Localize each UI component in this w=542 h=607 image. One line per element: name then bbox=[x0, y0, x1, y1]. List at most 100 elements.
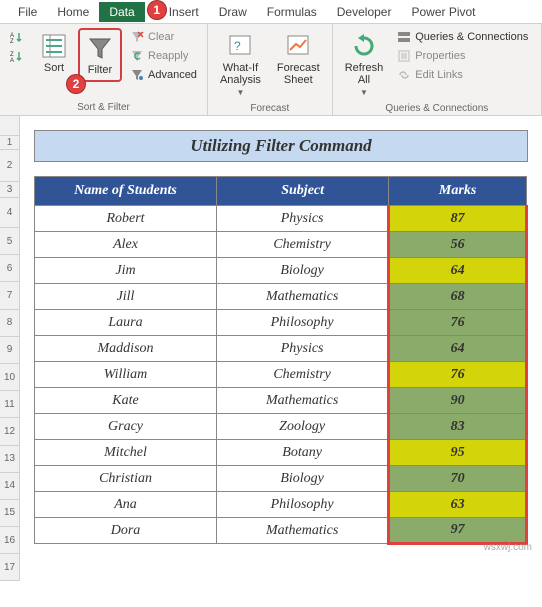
clear-button[interactable]: Clear bbox=[126, 28, 201, 46]
forecast-sheet-label: Forecast Sheet bbox=[277, 62, 320, 86]
filter-icon bbox=[86, 34, 114, 62]
cell-subject[interactable]: Zoology bbox=[217, 414, 389, 440]
table-row: RobertPhysics87 bbox=[35, 206, 527, 232]
cell-marks[interactable]: 95 bbox=[389, 440, 527, 466]
cell-name[interactable]: Christian bbox=[35, 466, 217, 492]
row-header[interactable]: 5 bbox=[0, 228, 20, 255]
cell-name[interactable]: Ana bbox=[35, 492, 217, 518]
row-header[interactable]: 11 bbox=[0, 391, 20, 418]
sort-desc-icon: ZA bbox=[10, 49, 24, 63]
row-header[interactable]: 17 bbox=[0, 554, 20, 581]
callout-2: 2 bbox=[66, 74, 86, 94]
cell-name[interactable]: Robert bbox=[35, 206, 217, 232]
table-row: MitchelBotany95 bbox=[35, 440, 527, 466]
sort-icon bbox=[40, 32, 68, 60]
cell-marks[interactable]: 90 bbox=[389, 388, 527, 414]
cell-subject[interactable]: Philosophy bbox=[217, 310, 389, 336]
row-header[interactable]: 10 bbox=[0, 364, 20, 391]
editlinks-icon bbox=[397, 68, 411, 82]
row-header[interactable]: 14 bbox=[0, 473, 20, 500]
sort-asc-button[interactable]: AZ bbox=[6, 28, 28, 46]
sort-desc-button[interactable]: ZA bbox=[6, 47, 28, 65]
menu-file[interactable]: File bbox=[8, 2, 47, 22]
cell-name[interactable]: Alex bbox=[35, 232, 217, 258]
menu-home[interactable]: Home bbox=[47, 2, 99, 22]
data-table: Name of Students Subject Marks RobertPhy… bbox=[34, 176, 528, 545]
cell-subject[interactable]: Philosophy bbox=[217, 492, 389, 518]
cell-name[interactable]: Mitchel bbox=[35, 440, 217, 466]
row-header[interactable]: 8 bbox=[0, 310, 20, 337]
cell-name[interactable]: Jim bbox=[35, 258, 217, 284]
editlinks-button[interactable]: Edit Links bbox=[393, 66, 532, 84]
table-row: KateMathematics90 bbox=[35, 388, 527, 414]
cell-name[interactable]: Dora bbox=[35, 518, 217, 544]
watermark: wsxwj.com bbox=[484, 542, 532, 553]
cell-name[interactable]: Jill bbox=[35, 284, 217, 310]
cell-subject[interactable]: Physics bbox=[217, 336, 389, 362]
queries-conn-button[interactable]: Queries & Connections bbox=[393, 28, 532, 46]
menu-developer[interactable]: Developer bbox=[327, 2, 402, 22]
cell-subject[interactable]: Physics bbox=[217, 206, 389, 232]
header-marks[interactable]: Marks bbox=[389, 177, 527, 206]
cell-marks[interactable]: 64 bbox=[389, 336, 527, 362]
cell-name[interactable]: William bbox=[35, 362, 217, 388]
row-header[interactable]: 12 bbox=[0, 418, 20, 445]
advanced-button[interactable]: Advanced bbox=[126, 66, 201, 84]
advanced-label: Advanced bbox=[148, 69, 197, 81]
header-name[interactable]: Name of Students bbox=[35, 177, 217, 206]
row-header[interactable]: 2 bbox=[0, 150, 20, 182]
menu-draw[interactable]: Draw bbox=[209, 2, 257, 22]
reapply-button[interactable]: Reapply bbox=[126, 47, 201, 65]
cell-name[interactable]: Kate bbox=[35, 388, 217, 414]
cell-marks[interactable]: 56 bbox=[389, 232, 527, 258]
cell-subject[interactable]: Chemistry bbox=[217, 232, 389, 258]
row-header[interactable]: 1 bbox=[0, 136, 20, 150]
cell-subject[interactable]: Chemistry bbox=[217, 362, 389, 388]
forecast-sheet-button[interactable]: Forecast Sheet bbox=[271, 28, 326, 90]
cell-marks[interactable]: 68 bbox=[389, 284, 527, 310]
row-header[interactable]: 7 bbox=[0, 282, 20, 309]
cell-marks[interactable]: 76 bbox=[389, 310, 527, 336]
menu-data[interactable]: Data 1 bbox=[99, 2, 144, 22]
row-headers: 1234567891011121314151617 bbox=[0, 116, 20, 581]
svg-text:Z: Z bbox=[10, 39, 14, 44]
cell-subject[interactable]: Biology bbox=[217, 258, 389, 284]
cell-marks[interactable]: 87 bbox=[389, 206, 527, 232]
dropdown-icon: ▼ bbox=[360, 88, 368, 97]
cell-subject[interactable]: Biology bbox=[217, 466, 389, 492]
row-header[interactable]: 13 bbox=[0, 446, 20, 473]
cell-subject[interactable]: Mathematics bbox=[217, 284, 389, 310]
cell-name[interactable]: Maddison bbox=[35, 336, 217, 362]
cell-subject[interactable]: Mathematics bbox=[217, 518, 389, 544]
cell-marks[interactable]: 64 bbox=[389, 258, 527, 284]
properties-button[interactable]: Properties bbox=[393, 47, 532, 65]
cell-marks[interactable]: 63 bbox=[389, 492, 527, 518]
cell-name[interactable]: Gracy bbox=[35, 414, 217, 440]
menu-formulas[interactable]: Formulas bbox=[257, 2, 327, 22]
row-header[interactable]: 6 bbox=[0, 255, 20, 282]
header-subject[interactable]: Subject bbox=[217, 177, 389, 206]
row-header[interactable]: 9 bbox=[0, 337, 20, 364]
sort-button[interactable]: Sort bbox=[34, 28, 74, 78]
queries-conn-label: Queries & Connections bbox=[415, 31, 528, 43]
filter-button[interactable]: Filter 2 bbox=[78, 28, 122, 82]
cell-marks[interactable]: 70 bbox=[389, 466, 527, 492]
cell-name[interactable]: Laura bbox=[35, 310, 217, 336]
forecast-group-label: Forecast bbox=[214, 101, 326, 114]
properties-label: Properties bbox=[415, 50, 465, 62]
advanced-icon bbox=[130, 68, 144, 82]
whatif-label: What-If Analysis bbox=[220, 62, 261, 86]
row-header[interactable]: 4 bbox=[0, 198, 20, 228]
whatif-button[interactable]: ? What-If Analysis ▼ bbox=[214, 28, 267, 101]
cell-marks[interactable]: 76 bbox=[389, 362, 527, 388]
row-header[interactable]: 16 bbox=[0, 527, 20, 554]
refresh-button[interactable]: Refresh All ▼ bbox=[339, 28, 390, 101]
row-header[interactable]: 3 bbox=[0, 182, 20, 198]
cell-subject[interactable]: Mathematics bbox=[217, 388, 389, 414]
cell-marks[interactable]: 83 bbox=[389, 414, 527, 440]
cell-subject[interactable]: Botany bbox=[217, 440, 389, 466]
row-header[interactable]: 15 bbox=[0, 500, 20, 527]
menu-powerpivot[interactable]: Power Pivot bbox=[401, 2, 485, 22]
cell-marks[interactable]: 97 bbox=[389, 518, 527, 544]
page-title: Utilizing Filter Command bbox=[34, 130, 528, 162]
